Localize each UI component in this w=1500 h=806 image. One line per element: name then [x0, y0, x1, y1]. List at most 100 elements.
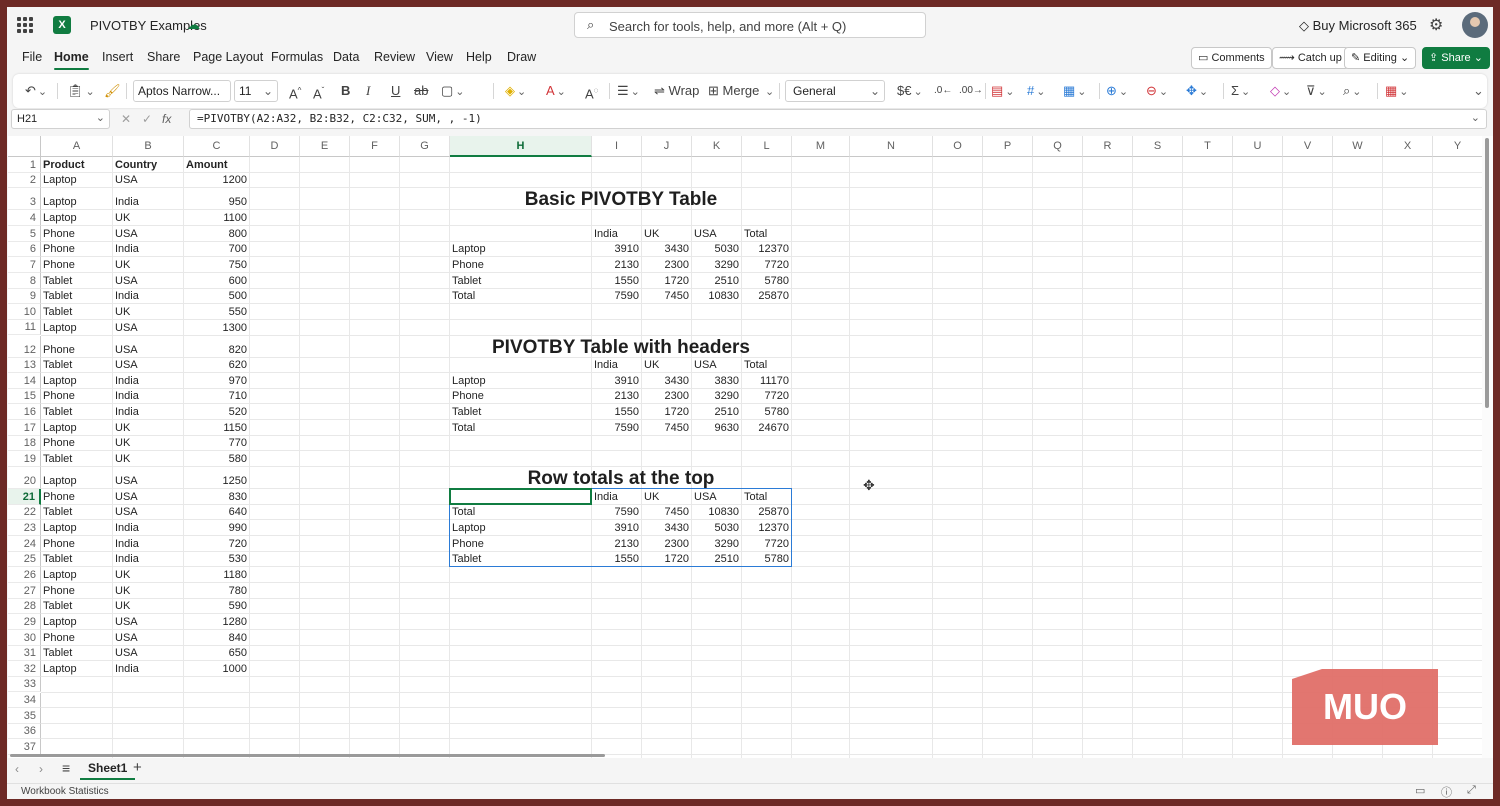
column-header-f[interactable]: F	[350, 136, 400, 157]
row-header-20[interactable]: 20	[8, 467, 41, 490]
column-header-k[interactable]: K	[692, 136, 742, 157]
row-header-3[interactable]: 3	[8, 188, 41, 211]
row-header-18[interactable]: 18	[8, 435, 41, 452]
settings-gear-icon[interactable]: ⚙	[1429, 15, 1443, 35]
column-header-r[interactable]: R	[1083, 136, 1133, 157]
row-header-22[interactable]: 22	[8, 504, 41, 521]
row-header-33[interactable]: 33	[8, 676, 41, 693]
row-header-13[interactable]: 13	[8, 357, 41, 374]
underline-icon[interactable]: U	[391, 82, 400, 100]
row-header-28[interactable]: 28	[8, 598, 41, 615]
autosum-icon[interactable]: Σ	[1231, 82, 1250, 101]
format-as-table-icon[interactable]: #	[1027, 82, 1045, 101]
column-header-b[interactable]: B	[113, 136, 184, 157]
cancel-icon[interactable]: ✕	[121, 112, 131, 126]
row-header-16[interactable]: 16	[8, 404, 41, 421]
clear-icon[interactable]: ◇	[1270, 82, 1291, 101]
increase-decimal-icon[interactable]: .00→	[959, 82, 983, 100]
font-size-select[interactable]: 11 ⌄	[234, 80, 278, 102]
row-header-9[interactable]: 9	[8, 288, 41, 305]
column-header-u[interactable]: U	[1233, 136, 1283, 157]
user-avatar[interactable]	[1462, 12, 1488, 38]
formula-input[interactable]: =PIVOTBY(A2:A32, B2:B32, C2:C32, SUM, , …	[189, 109, 1487, 129]
fullscreen-icon[interactable]: ⤢	[1467, 784, 1476, 797]
insert-cells-icon[interactable]: ⊕	[1106, 82, 1128, 101]
menu-home[interactable]: Home	[54, 50, 89, 70]
app-launcher-icon[interactable]	[17, 17, 33, 33]
vertical-scrollbar[interactable]	[1482, 136, 1493, 758]
sort-filter-icon[interactable]: ⊽	[1306, 82, 1327, 101]
row-header-17[interactable]: 17	[8, 420, 41, 436]
row-header-1[interactable]: 1	[8, 157, 41, 173]
menu-share[interactable]: Share	[147, 50, 180, 64]
menu-view[interactable]: View	[426, 50, 453, 64]
row-header-19[interactable]: 19	[8, 451, 41, 468]
row-header-12[interactable]: 12	[8, 335, 41, 358]
delete-cells-icon[interactable]: ⊖	[1146, 82, 1168, 101]
cloud-saved-icon[interactable]: ☁	[187, 17, 200, 33]
conditional-formatting-icon[interactable]: ▤	[991, 82, 1015, 101]
column-header-h[interactable]: H	[450, 136, 592, 157]
wrap-text-button[interactable]: ⇌ Wrap	[654, 82, 699, 100]
column-header-x[interactable]: X	[1383, 136, 1433, 157]
row-header-24[interactable]: 24	[8, 536, 41, 552]
menu-page-layout[interactable]: Page Layout	[193, 50, 263, 64]
spreadsheet-grid[interactable]: A B C D E F G H I J K L M N O P Q R S T U V W X Y 1 2 3 4 5 6 7 8 9 10 11 12…	[8, 136, 1482, 758]
row-header-32[interactable]: 32	[8, 661, 41, 677]
merge-button[interactable]: ⊞ Merge	[708, 82, 774, 101]
row-header-14[interactable]: 14	[8, 373, 41, 389]
row-header-15[interactable]: 15	[8, 388, 41, 405]
active-cell[interactable]	[449, 488, 592, 505]
column-header-a[interactable]: A	[41, 136, 113, 157]
row-header-7[interactable]: 7	[8, 257, 41, 273]
format-painter-icon[interactable]: 🖌︎	[104, 82, 121, 100]
menu-formulas[interactable]: Formulas	[271, 50, 323, 64]
decrease-font-size-icon[interactable]: Aˇ	[313, 82, 324, 103]
column-header-n[interactable]: N	[850, 136, 933, 157]
excel-logo-icon[interactable]: X	[53, 16, 71, 34]
column-header-d[interactable]: D	[250, 136, 300, 157]
select-all-corner[interactable]	[8, 136, 41, 157]
undo-icon[interactable]: ↶	[25, 82, 47, 101]
editing-mode-button[interactable]: ✎ Editing ⌄	[1344, 47, 1417, 69]
add-sheet-icon[interactable]: +	[133, 759, 142, 776]
row-header-10[interactable]: 10	[8, 304, 41, 320]
column-header-j[interactable]: J	[642, 136, 692, 157]
column-header-o[interactable]: O	[933, 136, 983, 157]
menu-data[interactable]: Data	[333, 50, 359, 64]
paste-icon[interactable]: 📋︎	[67, 82, 95, 101]
format-cells-icon[interactable]: ✥	[1186, 82, 1208, 101]
column-header-l[interactable]: L	[742, 136, 792, 157]
strikethrough-icon[interactable]: ab	[414, 82, 428, 100]
align-icon[interactable]: ☰	[617, 82, 640, 101]
column-header-q[interactable]: Q	[1033, 136, 1083, 157]
italic-icon[interactable]: I	[366, 82, 370, 100]
column-header-s[interactable]: S	[1133, 136, 1183, 157]
column-header-g[interactable]: G	[400, 136, 450, 157]
add-ins-icon[interactable]: ▦	[1385, 82, 1409, 101]
column-header-w[interactable]: W	[1333, 136, 1383, 157]
row-header-26[interactable]: 26	[8, 567, 41, 583]
row-header-35[interactable]: 35	[8, 708, 41, 724]
row-header-31[interactable]: 31	[8, 645, 41, 662]
font-color-icon[interactable]: A	[546, 82, 566, 101]
row-header-5[interactable]: 5	[8, 225, 41, 242]
row-header-2[interactable]: 2	[8, 172, 41, 189]
column-header-c[interactable]: C	[184, 136, 250, 157]
borders-icon[interactable]: ▢	[441, 82, 465, 101]
increase-font-size-icon[interactable]: A^	[289, 82, 301, 103]
row-header-36[interactable]: 36	[8, 723, 41, 740]
fill-color-icon[interactable]: ◈	[505, 82, 526, 101]
row-header-6[interactable]: 6	[8, 241, 41, 258]
currency-icon[interactable]: $€	[897, 82, 923, 101]
column-header-t[interactable]: T	[1183, 136, 1233, 157]
row-header-34[interactable]: 34	[8, 692, 41, 709]
row-header-8[interactable]: 8	[8, 272, 41, 289]
menu-review[interactable]: Review	[374, 50, 415, 64]
workbook-statistics[interactable]: Workbook Statistics	[21, 786, 109, 797]
row-header-11[interactable]: 11	[8, 319, 41, 336]
decrease-decimal-icon[interactable]: .0←	[934, 82, 952, 100]
search-box[interactable]: ⌕ Search for tools, help, and more (Alt …	[574, 12, 926, 38]
previous-sheet-icon[interactable]: ‹	[15, 762, 19, 776]
ribbon-expand-chevron-icon[interactable]: ⌄	[1473, 82, 1484, 100]
